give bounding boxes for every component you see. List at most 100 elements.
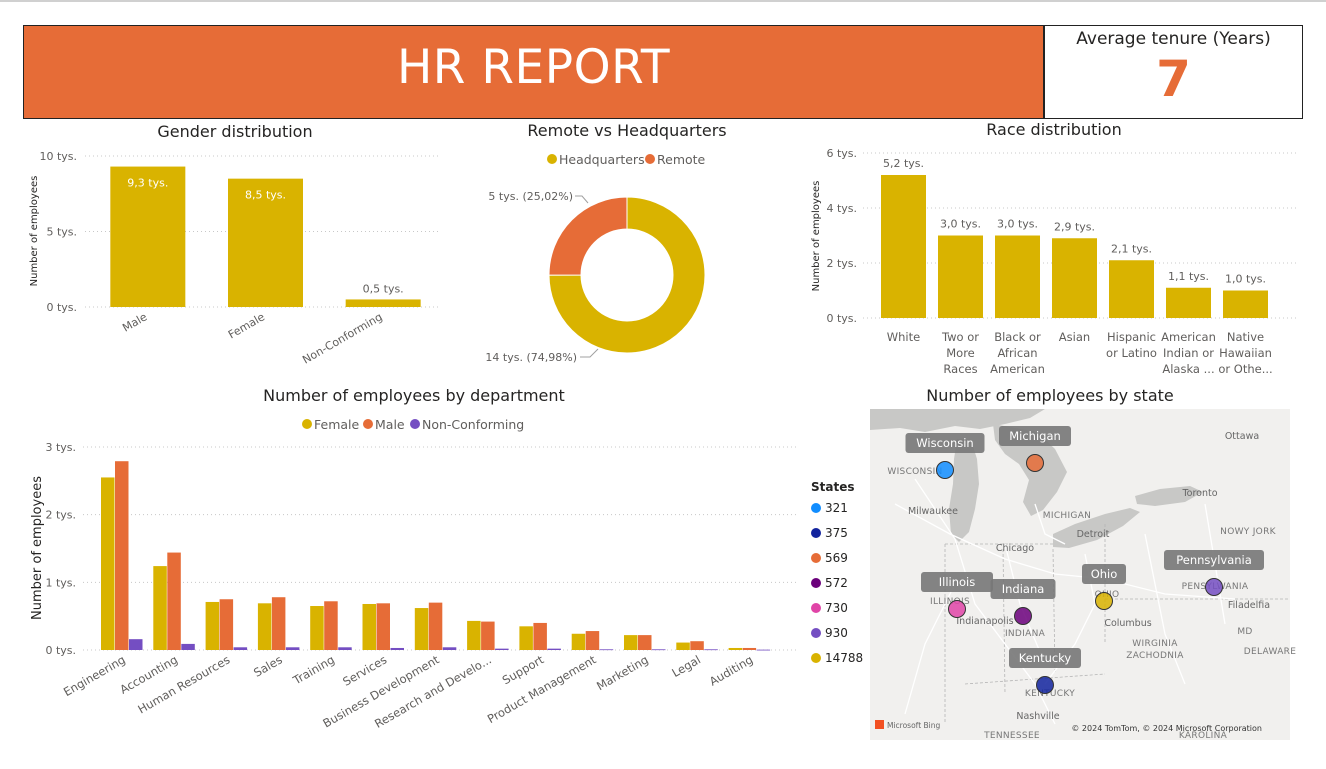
data-label: 0,5 tys. — [363, 282, 404, 295]
bar-female — [676, 642, 690, 650]
legend-swatch — [811, 553, 821, 563]
map-panel[interactable]: Ottawa WISCONSIN Milwaukee MICHIGAN Detroit C… — [870, 409, 1296, 741]
state-bubble — [1014, 607, 1032, 625]
bar-female — [571, 633, 586, 650]
place-label: TENNESSEE — [983, 731, 1040, 741]
place-label: Nashville — [1016, 711, 1059, 722]
place-label: Columbus — [1104, 618, 1151, 629]
department-y-axis-label: Number of employees — [30, 476, 45, 620]
bar-non-conforming — [756, 649, 771, 651]
x-tick-label: African — [997, 346, 1037, 360]
place-label: DELAWARE — [1244, 647, 1296, 657]
x-tick-label: Races — [943, 362, 977, 376]
race-bar — [1052, 238, 1097, 318]
bar-male — [376, 603, 390, 650]
race-bar — [881, 175, 926, 318]
x-tick-label: Marketing — [594, 652, 651, 693]
slice-label-remote: 5 tys. (25,02%) — [488, 190, 573, 203]
data-label: 3,0 tys. — [940, 218, 981, 231]
data-label: 2,1 tys. — [1111, 242, 1152, 255]
bar-male — [690, 641, 704, 650]
legend-value: 375 — [825, 526, 848, 540]
place-label: Ottawa — [1225, 431, 1259, 442]
x-tick-label: Non-Conforming — [300, 310, 384, 366]
y-tick-label: 0 tys. — [826, 312, 857, 325]
gender-chart[interactable]: Gender distribution Number of employees … — [23, 119, 443, 374]
x-tick-label: More — [946, 346, 975, 360]
department-chart-title: Number of employees by department — [263, 386, 565, 405]
x-tick-label: American — [990, 362, 1045, 376]
department-bars: 0 tys.1 tys.2 tys.3 tys.EngineeringAccou… — [45, 441, 799, 731]
bar-non-conforming — [181, 643, 195, 650]
remote-legend: Headquarters Remote — [547, 152, 706, 167]
x-tick-label: Training — [290, 652, 337, 687]
x-tick-label: Alaska ... — [1162, 362, 1214, 376]
bar-male — [585, 631, 600, 650]
state-chart-title: Number of employees by state — [926, 386, 1174, 405]
state-label: Pennsylvania — [1176, 553, 1252, 567]
y-tick-label: 5 tys. — [46, 226, 77, 239]
bar-non-conforming — [390, 647, 404, 650]
gender-y-axis-label: Number of employees — [29, 176, 40, 287]
bar-male — [481, 621, 495, 650]
bar-male — [533, 622, 547, 650]
state-chart[interactable]: Number of employees by state States 3213… — [805, 384, 1305, 754]
x-tick-label: Sales — [251, 652, 285, 679]
top-border — [0, 0, 1326, 2]
bar-male — [167, 552, 181, 650]
place-label: Indianapolis — [956, 616, 1013, 627]
bar-non-conforming — [233, 647, 248, 650]
remote-chart-title: Remote vs Headquarters — [527, 121, 726, 140]
x-tick-label: Hawaiian — [1219, 346, 1272, 360]
department-chart[interactable]: Number of employees by department Female… — [23, 384, 808, 769]
data-label: 2,9 tys. — [1054, 220, 1095, 233]
state-bubble — [1036, 676, 1054, 694]
place-label: NOWY JORK — [1220, 527, 1276, 537]
bar-non-conforming — [599, 649, 614, 651]
bar-male — [115, 461, 129, 650]
bar-non-conforming — [704, 649, 718, 651]
bar-female — [205, 601, 220, 650]
kpi-value: 7 — [1156, 50, 1191, 108]
x-tick-label: or Othe... — [1218, 362, 1272, 376]
bar-male — [638, 635, 652, 650]
race-chart-title: Race distribution — [986, 120, 1121, 139]
state-label: Michigan — [1009, 429, 1061, 443]
legend-swatch — [811, 578, 821, 588]
bar-female — [728, 647, 743, 650]
race-bar — [1166, 287, 1211, 318]
legend-nonconforming-swatch — [410, 419, 420, 429]
legend-male: Male — [375, 417, 405, 432]
place-label: MICHIGAN — [1043, 511, 1091, 521]
state-label: Indiana — [1002, 582, 1045, 596]
remote-chart[interactable]: Remote vs Headquarters Headquarters Remo… — [460, 119, 795, 374]
race-chart[interactable]: Race distribution Number of employees 0 … — [805, 119, 1305, 381]
x-tick-label: Native — [1227, 330, 1264, 344]
bing-brand: Microsoft Bing — [887, 721, 940, 730]
legend-value: 569 — [825, 551, 848, 565]
state-bubble — [1026, 454, 1044, 472]
bar-non-conforming — [495, 648, 509, 650]
race-bar — [1223, 290, 1268, 318]
legend-female: Female — [314, 417, 360, 432]
y-tick-label: 3 tys. — [45, 441, 76, 454]
x-tick-label: Engineering — [61, 652, 128, 699]
kpi-label: Average tenure (Years) — [1076, 29, 1271, 49]
bar-non-conforming — [129, 639, 143, 650]
place-label: INDIANA — [1005, 629, 1046, 639]
legend-swatch — [811, 503, 821, 513]
bar-female — [101, 477, 115, 650]
state-bubble — [1095, 592, 1113, 610]
legend-nonconforming: Non-Conforming — [422, 417, 524, 432]
race-bar — [938, 235, 983, 318]
x-tick-label: or Latino — [1106, 346, 1157, 360]
bar-female — [362, 603, 376, 650]
bar-male — [271, 597, 286, 650]
x-tick-label: Hispanic — [1107, 330, 1156, 344]
legend-value: 730 — [825, 601, 848, 615]
report-title: HR REPORT — [396, 40, 671, 95]
bar-non-conforming — [442, 647, 457, 650]
slice-remote — [548, 196, 628, 276]
legend-remote: Remote — [657, 152, 706, 167]
average-tenure-card[interactable]: Average tenure (Years) 7 — [1044, 25, 1303, 119]
